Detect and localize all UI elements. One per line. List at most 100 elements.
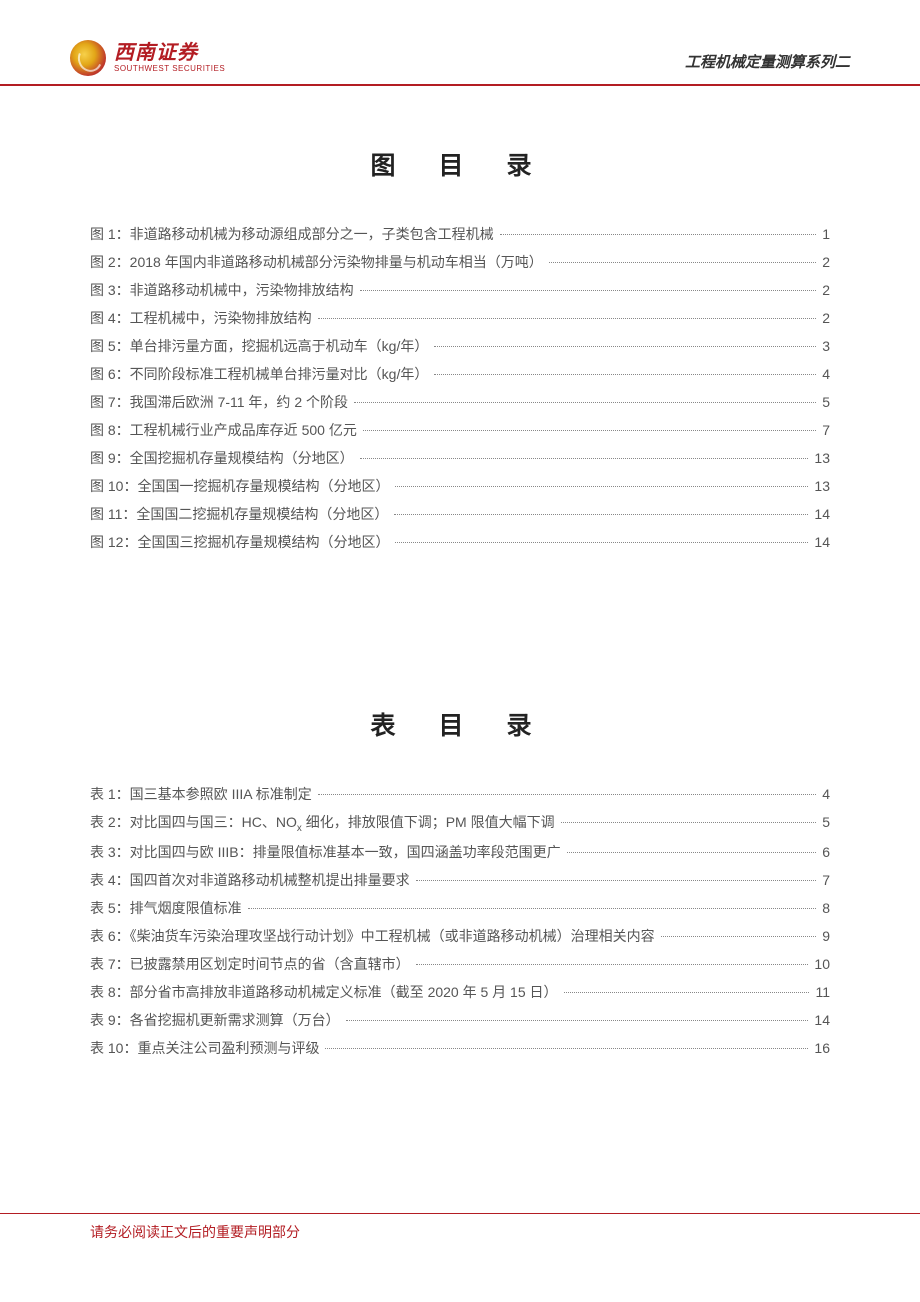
table-toc-label: 表 10：重点关注公司盈利预测与评级 [90, 1034, 319, 1062]
figure-toc-label: 图 10：全国国一挖掘机存量规模结构（分地区） [90, 472, 389, 500]
leader-dots [248, 908, 817, 909]
figure-toc-page: 2 [822, 304, 830, 332]
figure-toc-page: 2 [822, 276, 830, 304]
leader-dots [325, 1048, 808, 1049]
figure-toc-label: 图 7：我国滞后欧洲 7-11 年，约 2 个阶段 [90, 388, 348, 416]
page-footer: 请务必阅读正文后的重要声明部分 [0, 1213, 920, 1242]
logo-en: SOUTHWEST SECURITIES [114, 65, 225, 73]
leader-dots [395, 486, 808, 487]
table-toc-page: 14 [814, 1006, 830, 1034]
figure-toc-label: 图 11：全国国二挖掘机存量规模结构（分地区） [90, 500, 388, 528]
figure-toc-row: 图 7：我国滞后欧洲 7-11 年，约 2 个阶段 5 [90, 388, 830, 416]
tables-toc-heading: 表 目 录 [90, 706, 830, 742]
figure-toc-row: 图 8：工程机械行业产成品库存近 500 亿元 7 [90, 416, 830, 444]
leader-dots [363, 430, 816, 431]
table-toc-row: 表 7：已披露禁用区划定时间节点的省（含直辖市） 10 [90, 950, 830, 978]
figure-toc-label: 图 12：全国国三挖掘机存量规模结构（分地区） [90, 528, 389, 556]
leader-dots [354, 402, 816, 403]
figure-toc-label: 图 9：全国挖掘机存量规模结构（分地区） [90, 444, 354, 472]
figure-toc-row: 图 1：非道路移动机械为移动源组成部分之一，子类包含工程机械 1 [90, 220, 830, 248]
figure-toc-page: 7 [822, 416, 830, 444]
table-toc-label: 表 6：《柴油货车污染治理攻坚战行动计划》中工程机械（或非道路移动机械）治理相关… [90, 922, 655, 950]
table-toc-row: 表 5：排气烟度限值标准 8 [90, 894, 830, 922]
table-toc-label: 表 4：国四首次对非道路移动机械整机提出排量要求 [90, 866, 410, 894]
page-header: 西南证券 SOUTHWEST SECURITIES 工程机械定量测算系列二 [0, 0, 920, 86]
table-toc-page: 9 [822, 922, 830, 950]
figure-toc-page: 2 [822, 248, 830, 276]
logo-cn: 西南证券 [114, 43, 225, 63]
leader-dots [561, 822, 817, 823]
leader-dots [434, 374, 816, 375]
leader-dots [395, 542, 808, 543]
table-toc-label: 表 7：已披露禁用区划定时间节点的省（含直辖市） [90, 950, 410, 978]
figure-toc-label: 图 8：工程机械行业产成品库存近 500 亿元 [90, 416, 357, 444]
table-toc-page: 5 [822, 808, 830, 836]
figure-toc-page: 13 [814, 472, 830, 500]
table-toc-row: 表 3：对比国四与欧 IIIB：排量限值标准基本一致，国四涵盖功率段范围更广 6 [90, 838, 830, 866]
table-toc-label: 表 8：部分省市高排放非道路移动机械定义标准（截至 2020 年 5 月 15 … [90, 978, 558, 1006]
figure-toc-row: 图 5：单台排污量方面，挖掘机远高于机动车（kg/年） 3 [90, 332, 830, 360]
figure-toc-row: 图 11：全国国二挖掘机存量规模结构（分地区） 14 [90, 500, 830, 528]
leader-dots [416, 964, 809, 965]
figure-toc-page: 3 [822, 332, 830, 360]
table-toc-row: 表 1：国三基本参照欧 IIIA 标准制定 4 [90, 780, 830, 808]
figure-toc-row: 图 3：非道路移动机械中，污染物排放结构 2 [90, 276, 830, 304]
table-toc-label: 表 9：各省挖掘机更新需求测算（万台） [90, 1006, 340, 1034]
document-series-title: 工程机械定量测算系列二 [685, 51, 850, 76]
figure-toc-label: 图 1：非道路移动机械为移动源组成部分之一，子类包含工程机械 [90, 220, 494, 248]
table-toc-row: 表 2：对比国四与国三：HC、NOx 细化，排放限值下调；PM 限值大幅下调 5 [90, 808, 830, 838]
disclaimer-text: 请务必阅读正文后的重要声明部分 [90, 1222, 830, 1242]
figure-toc-row: 图 12：全国国三挖掘机存量规模结构（分地区） 14 [90, 528, 830, 556]
figure-toc-label: 图 2：2018 年国内非道路移动机械部分污染物排量与机动车相当（万吨） [90, 248, 543, 276]
table-toc-label: 表 1：国三基本参照欧 IIIA 标准制定 [90, 780, 312, 808]
figure-toc-page: 13 [814, 444, 830, 472]
figure-toc-page: 4 [822, 360, 830, 388]
figure-toc-row: 图 9：全国挖掘机存量规模结构（分地区） 13 [90, 444, 830, 472]
table-toc-row: 表 9：各省挖掘机更新需求测算（万台） 14 [90, 1006, 830, 1034]
table-toc-page: 10 [814, 950, 830, 978]
leader-dots [661, 936, 817, 937]
figure-toc-row: 图 6：不同阶段标准工程机械单台排污量对比（kg/年） 4 [90, 360, 830, 388]
table-toc-page: 7 [822, 866, 830, 894]
figure-toc-label: 图 5：单台排污量方面，挖掘机远高于机动车（kg/年） [90, 332, 428, 360]
table-toc-label: 表 5：排气烟度限值标准 [90, 894, 242, 922]
leader-dots [360, 290, 817, 291]
figure-toc-row: 图 4：工程机械中，污染物排放结构 2 [90, 304, 830, 332]
leader-dots [434, 346, 816, 347]
figure-toc-row: 图 10：全国国一挖掘机存量规模结构（分地区） 13 [90, 472, 830, 500]
figure-toc-label: 图 4：工程机械中，污染物排放结构 [90, 304, 312, 332]
tables-toc-list: 表 1：国三基本参照欧 IIIA 标准制定4表 2：对比国四与国三：HC、NOx… [90, 780, 830, 1062]
figure-toc-page: 14 [814, 500, 830, 528]
leader-dots [567, 852, 817, 853]
figure-toc-label: 图 3：非道路移动机械中，污染物排放结构 [90, 276, 354, 304]
table-toc-page: 8 [822, 894, 830, 922]
table-toc-label: 表 3：对比国四与欧 IIIB：排量限值标准基本一致，国四涵盖功率段范围更广 [90, 838, 561, 866]
leader-dots [500, 234, 817, 235]
figures-toc-heading: 图 目 录 [90, 146, 830, 182]
figure-toc-page: 14 [814, 528, 830, 556]
leader-dots [360, 458, 809, 459]
figure-toc-row: 图 2：2018 年国内非道路移动机械部分污染物排量与机动车相当（万吨） 2 [90, 248, 830, 276]
figure-toc-page: 1 [822, 220, 830, 248]
content-area: 图 目 录 图 1：非道路移动机械为移动源组成部分之一，子类包含工程机械1图 2… [0, 86, 920, 1062]
table-toc-label: 表 2：对比国四与国三：HC、NOx 细化，排放限值下调；PM 限值大幅下调 [90, 808, 555, 838]
table-toc-page: 16 [814, 1034, 830, 1062]
figure-toc-page: 5 [822, 388, 830, 416]
table-toc-row: 表 8：部分省市高排放非道路移动机械定义标准（截至 2020 年 5 月 15 … [90, 978, 830, 1006]
logo-text: 西南证券 SOUTHWEST SECURITIES [114, 43, 225, 73]
table-toc-row: 表 4：国四首次对非道路移动机械整机提出排量要求 7 [90, 866, 830, 894]
table-toc-page: 11 [815, 978, 830, 1006]
swirl-icon [70, 40, 106, 76]
leader-dots [564, 992, 810, 993]
leader-dots [318, 794, 817, 795]
leader-dots [394, 514, 808, 515]
brand-logo: 西南证券 SOUTHWEST SECURITIES [70, 40, 225, 76]
table-toc-row: 表 10：重点关注公司盈利预测与评级 16 [90, 1034, 830, 1062]
leader-dots [416, 880, 817, 881]
table-toc-page: 6 [822, 838, 830, 866]
table-toc-page: 4 [822, 780, 830, 808]
table-toc-row: 表 6：《柴油货车污染治理攻坚战行动计划》中工程机械（或非道路移动机械）治理相关… [90, 922, 830, 950]
figures-toc-list: 图 1：非道路移动机械为移动源组成部分之一，子类包含工程机械1图 2：2018 … [90, 220, 830, 556]
figure-toc-label: 图 6：不同阶段标准工程机械单台排污量对比（kg/年） [90, 360, 428, 388]
leader-dots [318, 318, 817, 319]
